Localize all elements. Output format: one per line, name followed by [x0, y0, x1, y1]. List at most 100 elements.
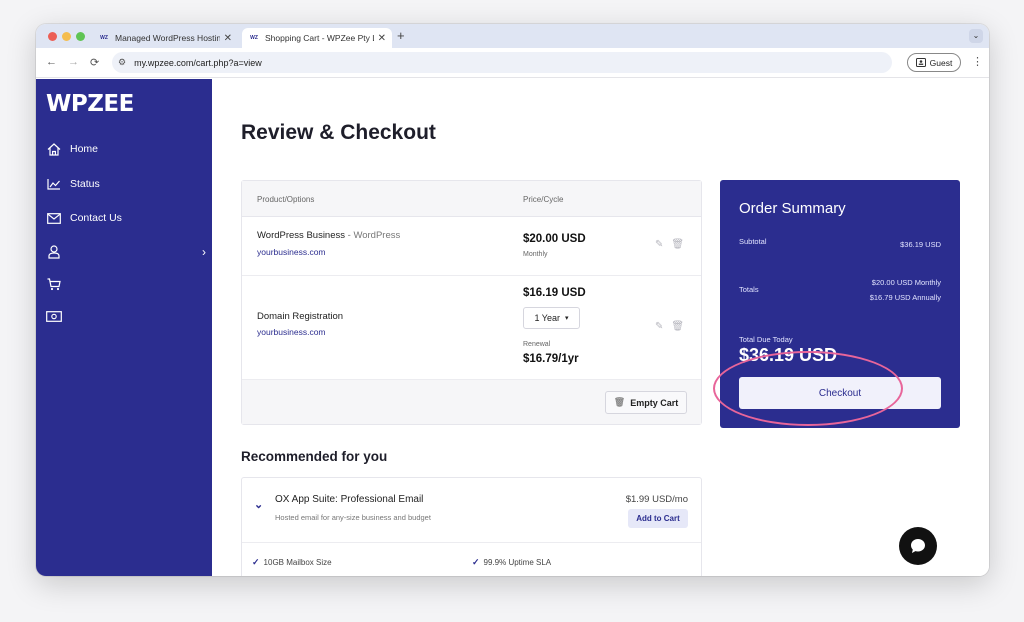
minimize-window-button[interactable]: [62, 32, 71, 41]
feature-label: 99.9% Uptime SLA: [483, 558, 552, 567]
site-settings-icon[interactable]: ⚙: [118, 57, 126, 68]
product-name: WordPress Business - WordPress: [257, 230, 400, 241]
wpzee-favicon-icon: WZ: [100, 35, 108, 41]
sidebar-item-status[interactable]: Status: [46, 175, 206, 193]
reload-icon[interactable]: ⟳: [90, 56, 99, 69]
subtotal-value: $36.19 USD: [900, 240, 941, 249]
totals-annually: $16.79 USD Annually: [869, 293, 941, 302]
feature-label: 10GB Mailbox Size: [263, 558, 332, 567]
feature-item: ✓ 10GB Mailbox Size: [252, 557, 332, 568]
checkout-button[interactable]: Checkout: [739, 377, 941, 409]
browser-window: WZ Managed WordPress Hosting ✕ WZ Shoppi…: [36, 24, 989, 576]
tab-title: Shopping Cart - WPZee Pty Ltd: [265, 33, 374, 43]
trash-icon[interactable]: 🗑: [671, 321, 684, 332]
sidebar-item-label: Status: [70, 178, 100, 190]
tab-managed-wordpress[interactable]: WZ Managed WordPress Hosting ✕: [92, 28, 238, 48]
new-tab-button[interactable]: +: [397, 28, 405, 43]
money-icon: [46, 310, 62, 322]
empty-cart-button[interactable]: 🗑 Empty Cart: [605, 391, 687, 414]
product-group: - WordPress: [345, 230, 401, 241]
maximize-window-button[interactable]: [76, 32, 85, 41]
guest-profile-button[interactable]: Guest: [907, 53, 961, 72]
sidebar: WPZEE Home Status Contact Us ›: [36, 79, 212, 576]
tab-search-chevron-icon[interactable]: ⌄: [969, 29, 983, 43]
page-title: Review & Checkout: [241, 121, 436, 144]
cart-table-header: Product/Options Price/Cycle: [242, 181, 701, 217]
sidebar-item-label: Home: [70, 143, 99, 155]
order-summary: Order Summary Subtotal $36.19 USD Totals…: [720, 180, 960, 428]
check-icon: ✓: [472, 557, 480, 567]
tab-title: Managed WordPress Hosting: [115, 33, 220, 43]
chevron-right-icon: ›: [202, 245, 206, 259]
caret-down-icon: ▾: [565, 315, 569, 322]
back-arrow-icon[interactable]: ←: [46, 56, 57, 68]
guest-label: Guest: [929, 57, 953, 68]
home-icon: [46, 142, 62, 156]
registration-term-select[interactable]: 1 Year ▾: [523, 307, 580, 329]
total-due-label: Total Due Today: [739, 335, 793, 344]
cart-item-row: Domain Registration yourbusiness.com $16…: [242, 276, 701, 380]
tab-shopping-cart[interactable]: WZ Shopping Cart - WPZee Pty Ltd ✕: [242, 28, 392, 48]
product-name: Domain Registration: [257, 311, 344, 322]
browser-menu-icon[interactable]: ⋮: [972, 55, 983, 68]
edit-pencil-icon[interactable]: ✎: [655, 239, 663, 250]
totals-label: Totals: [739, 285, 759, 294]
user-icon: [46, 245, 62, 259]
close-tab-icon[interactable]: ✕: [224, 33, 232, 44]
expand-chevron-icon[interactable]: ⌄: [254, 498, 263, 511]
divider: [242, 542, 701, 543]
renewal-price: $16.79/1yr: [523, 353, 579, 365]
recommended-product-desc: Hosted email for any-size business and b…: [275, 513, 431, 522]
sidebar-item-home[interactable]: Home: [46, 140, 206, 158]
row-actions: ✎ 🗑: [655, 321, 684, 332]
renewal-label: Renewal: [523, 341, 551, 348]
subtotal-label: Subtotal: [739, 237, 767, 246]
product-domain: yourbusiness.com: [257, 247, 326, 257]
profile-card-icon: [915, 58, 926, 67]
recommended-title: Recommended for you: [241, 449, 388, 464]
product-price: $20.00 USD: [523, 233, 586, 245]
subtotal-row: Subtotal $36.19 USD: [739, 237, 941, 249]
url-text: my.wpzee.com/cart.php?a=view: [134, 57, 262, 68]
edit-pencil-icon[interactable]: ✎: [655, 321, 663, 332]
sidebar-item-billing[interactable]: [46, 307, 206, 325]
browser-toolbar: ← → ⟳ ⚙ my.wpzee.com/cart.php?a=view Gue…: [36, 48, 989, 78]
totals-monthly: $20.00 USD Monthly: [871, 278, 941, 287]
cart-item-row: WordPress Business - WordPress yourbusin…: [242, 217, 701, 276]
trash-icon[interactable]: 🗑: [671, 239, 684, 250]
check-icon: ✓: [252, 557, 260, 567]
row-actions: ✎ 🗑: [655, 239, 684, 250]
close-window-button[interactable]: [48, 32, 57, 41]
cart-icon: [46, 277, 62, 291]
selected-term: 1 Year: [534, 313, 560, 323]
recommended-product-card: ⌄ OX App Suite: Professional Email Hoste…: [241, 477, 702, 576]
cart-table: Product/Options Price/Cycle WordPress Bu…: [241, 180, 702, 425]
address-bar[interactable]: ⚙ my.wpzee.com/cart.php?a=view: [112, 52, 892, 73]
cart-footer: 🗑 Empty Cart: [242, 380, 701, 424]
feature-item: ✓ 99.9% Uptime SLA: [472, 557, 551, 568]
chart-icon: [46, 178, 62, 190]
main-content: Review & Checkout Product/Options Price/…: [212, 79, 989, 576]
totals-row: Totals $20.00 USD Monthly $16.79 USD Ann…: [739, 273, 941, 305]
add-to-cart-button[interactable]: Add to Cart: [628, 509, 688, 528]
app: WPZEE Home Status Contact Us › Review & …: [36, 79, 989, 576]
product-price: $16.19 USD: [523, 287, 586, 299]
billing-cycle: Monthly: [523, 251, 548, 258]
recommended-product-name: OX App Suite: Professional Email: [275, 494, 424, 505]
order-summary-title: Order Summary: [739, 200, 846, 217]
live-chat-button[interactable]: [899, 527, 937, 565]
sidebar-item-account[interactable]: ›: [46, 243, 206, 261]
tab-strip: WZ Managed WordPress Hosting ✕ WZ Shoppi…: [36, 24, 989, 48]
wpzee-logo[interactable]: WPZEE: [46, 91, 134, 117]
wpzee-favicon-icon: WZ: [250, 35, 258, 41]
chat-bubble-icon: [911, 539, 925, 553]
sidebar-item-label: Contact Us: [70, 212, 122, 224]
total-due-amount: $36.19 USD: [739, 345, 838, 365]
sidebar-item-contact[interactable]: Contact Us: [46, 209, 206, 227]
product-domain: yourbusiness.com: [257, 327, 326, 337]
sidebar-item-cart[interactable]: [46, 275, 206, 293]
close-tab-icon[interactable]: ✕: [378, 33, 386, 44]
screenshot-stage: WZ Managed WordPress Hosting ✕ WZ Shoppi…: [0, 0, 1024, 622]
forward-arrow-icon[interactable]: →: [68, 56, 79, 68]
product-title: WordPress Business: [257, 230, 345, 241]
